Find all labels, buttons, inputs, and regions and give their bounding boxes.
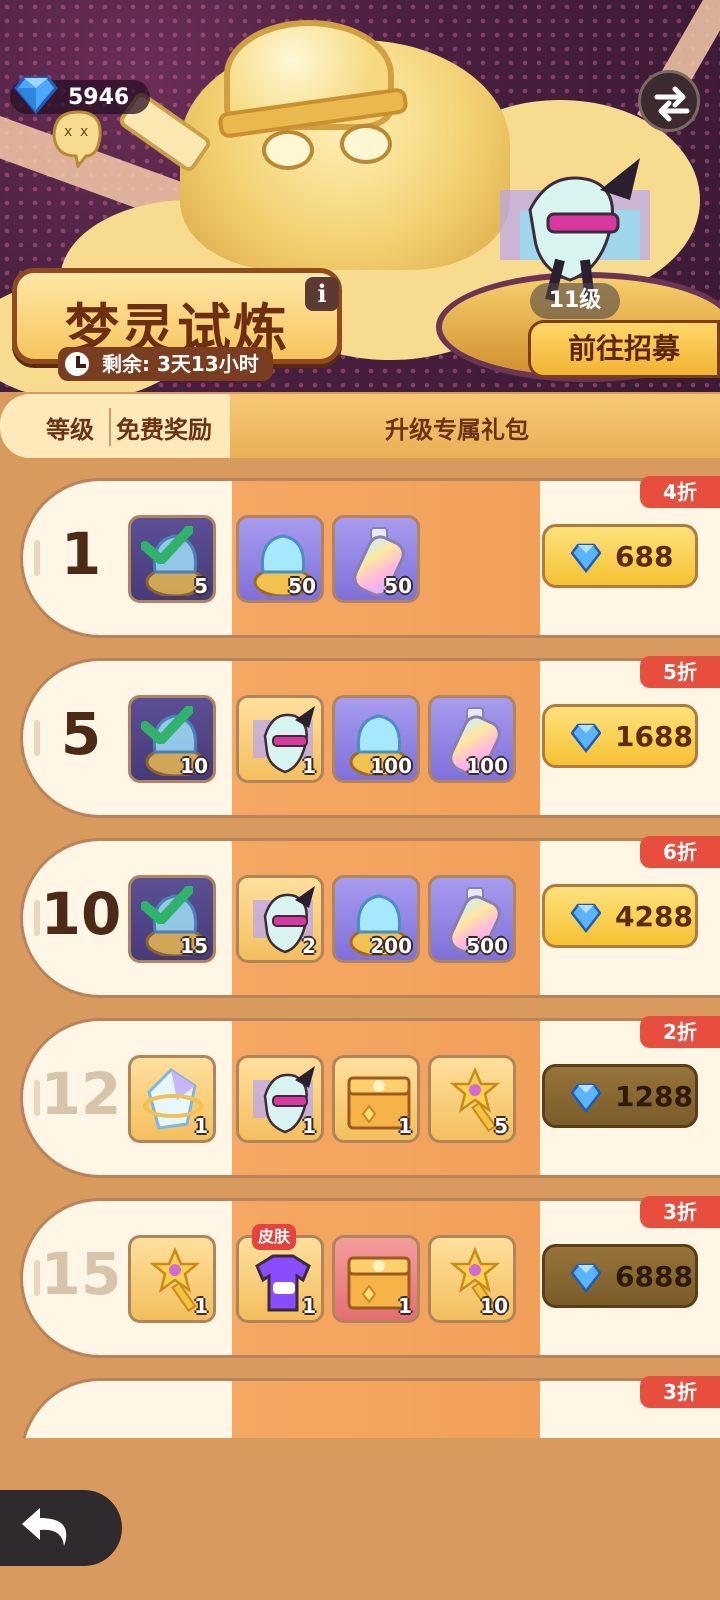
- reward-row: 1 5 50 50 688 4折: [20, 476, 720, 638]
- price-value: 1288: [615, 1080, 693, 1113]
- upgrade-reward-item[interactable]: 500: [428, 875, 516, 963]
- row-level: 12: [40, 1060, 122, 1128]
- clock-icon: [62, 349, 92, 379]
- buy-button[interactable]: 6888: [542, 1244, 698, 1308]
- item-quantity: 1: [194, 1114, 208, 1138]
- free-reward-item[interactable]: 10: [128, 695, 216, 783]
- buy-button[interactable]: 1688: [542, 704, 698, 768]
- upgrade-reward-item[interactable]: 1: [236, 1055, 324, 1143]
- item-quantity: 100: [370, 754, 412, 778]
- checkmark-icon: [141, 886, 193, 924]
- hero-level-badge: 11级: [530, 283, 620, 319]
- upgrade-reward-item[interactable]: 2: [236, 875, 324, 963]
- row-level: 10: [40, 880, 122, 948]
- boss-eye: [340, 124, 392, 164]
- reward-row: 3折: [20, 1376, 720, 1438]
- gem-icon: [571, 543, 601, 573]
- gem-icon: [571, 723, 601, 753]
- gem-icon: [571, 903, 601, 933]
- gem-icon: [571, 1083, 601, 1113]
- reward-list[interactable]: 1 5 50 50 688 4折 5 10 1 100 100 1688 5折 …: [0, 474, 720, 1438]
- item-quantity: 2: [302, 934, 316, 958]
- ghost-icon: x x: [46, 106, 108, 170]
- buy-button[interactable]: 688: [542, 524, 698, 588]
- discount-tag: 3折: [640, 1376, 720, 1408]
- item-quantity: 1: [398, 1294, 412, 1318]
- row-level: 5: [60, 700, 102, 768]
- recruit-button[interactable]: 前往招募: [528, 320, 720, 378]
- reward-row: 10 15 2 200 500 4288 6折: [20, 836, 720, 998]
- column-header: 等级 免费奖励 升级专属礼包: [0, 394, 720, 458]
- column-free-reward: 免费奖励: [116, 416, 212, 444]
- swap-button[interactable]: [638, 70, 700, 132]
- row-level: 1: [60, 520, 102, 588]
- item-quantity: 1: [398, 1114, 412, 1138]
- upgrade-reward-item[interactable]: 50: [332, 515, 420, 603]
- row-level: 15: [40, 1240, 122, 1308]
- discount-tag: 5折: [640, 656, 720, 688]
- price-value: 688: [615, 540, 674, 573]
- item-quantity: 1: [302, 754, 316, 778]
- checkmark-icon: [141, 706, 193, 744]
- price-value: 6888: [615, 1260, 693, 1293]
- upgrade-reward-item[interactable]: 50: [236, 515, 324, 603]
- column-divider: [109, 408, 111, 446]
- item-quantity: 100: [466, 754, 508, 778]
- upgrade-reward-item[interactable]: 200: [332, 875, 420, 963]
- discount-tag: 6折: [640, 836, 720, 868]
- upgrade-reward-item[interactable]: 5: [428, 1055, 516, 1143]
- upgrade-reward-item[interactable]: 10: [428, 1235, 516, 1323]
- discount-tag: 4折: [640, 476, 720, 508]
- reward-row: 5 10 1 100 100 1688 5折: [20, 656, 720, 818]
- discount-tag: 3折: [640, 1196, 720, 1228]
- item-quantity: 5: [494, 1114, 508, 1138]
- upgrade-reward-item[interactable]: 1: [332, 1235, 420, 1323]
- item-quantity: 1: [302, 1294, 316, 1318]
- item-quantity: 1: [302, 1114, 316, 1138]
- item-quantity: 200: [370, 934, 412, 958]
- item-quantity: 10: [180, 754, 208, 778]
- row-upgrade-area: [232, 1381, 540, 1438]
- item-quantity: 50: [288, 574, 316, 598]
- upgrade-reward-item[interactable]: 100: [332, 695, 420, 783]
- upgrade-reward-item[interactable]: 1: [332, 1055, 420, 1143]
- free-reward-item[interactable]: 1: [128, 1235, 216, 1323]
- item-quantity: 10: [480, 1294, 508, 1318]
- upgrade-reward-item[interactable]: 100: [428, 695, 516, 783]
- info-button[interactable]: i: [305, 277, 339, 311]
- free-reward-item[interactable]: 15: [128, 875, 216, 963]
- item-quantity: 5: [194, 574, 208, 598]
- column-level: 等级: [46, 416, 94, 444]
- price-value: 4288: [615, 900, 693, 933]
- back-button[interactable]: [0, 1490, 122, 1566]
- skin-tag: 皮肤: [252, 1224, 297, 1250]
- free-reward-item[interactable]: 5: [128, 515, 216, 603]
- boss-eye: [262, 130, 314, 170]
- discount-tag: 2折: [640, 1016, 720, 1048]
- buy-button[interactable]: 1288: [542, 1064, 698, 1128]
- upgrade-reward-item[interactable]: 1: [236, 695, 324, 783]
- gem-icon: [571, 1263, 601, 1293]
- free-reward-item[interactable]: 1: [128, 1055, 216, 1143]
- reward-row: 15 1 皮肤 1 1 10 6888 3折: [20, 1196, 720, 1358]
- item-quantity: 1: [194, 1294, 208, 1318]
- back-arrow-icon: [22, 1508, 67, 1546]
- column-upgrade-pack: 升级专属礼包: [385, 416, 529, 444]
- svg-text:x: x: [80, 124, 88, 140]
- swap-arrows-icon: [654, 86, 690, 122]
- price-value: 1688: [615, 720, 693, 753]
- item-quantity: 15: [180, 934, 208, 958]
- buy-button[interactable]: 4288: [542, 884, 698, 948]
- item-quantity: 50: [384, 574, 412, 598]
- svg-text:x: x: [64, 124, 72, 140]
- reward-row: 12 1 1 1 5 1288 2折: [20, 1016, 720, 1178]
- checkmark-icon: [141, 526, 193, 564]
- item-quantity: 500: [466, 934, 508, 958]
